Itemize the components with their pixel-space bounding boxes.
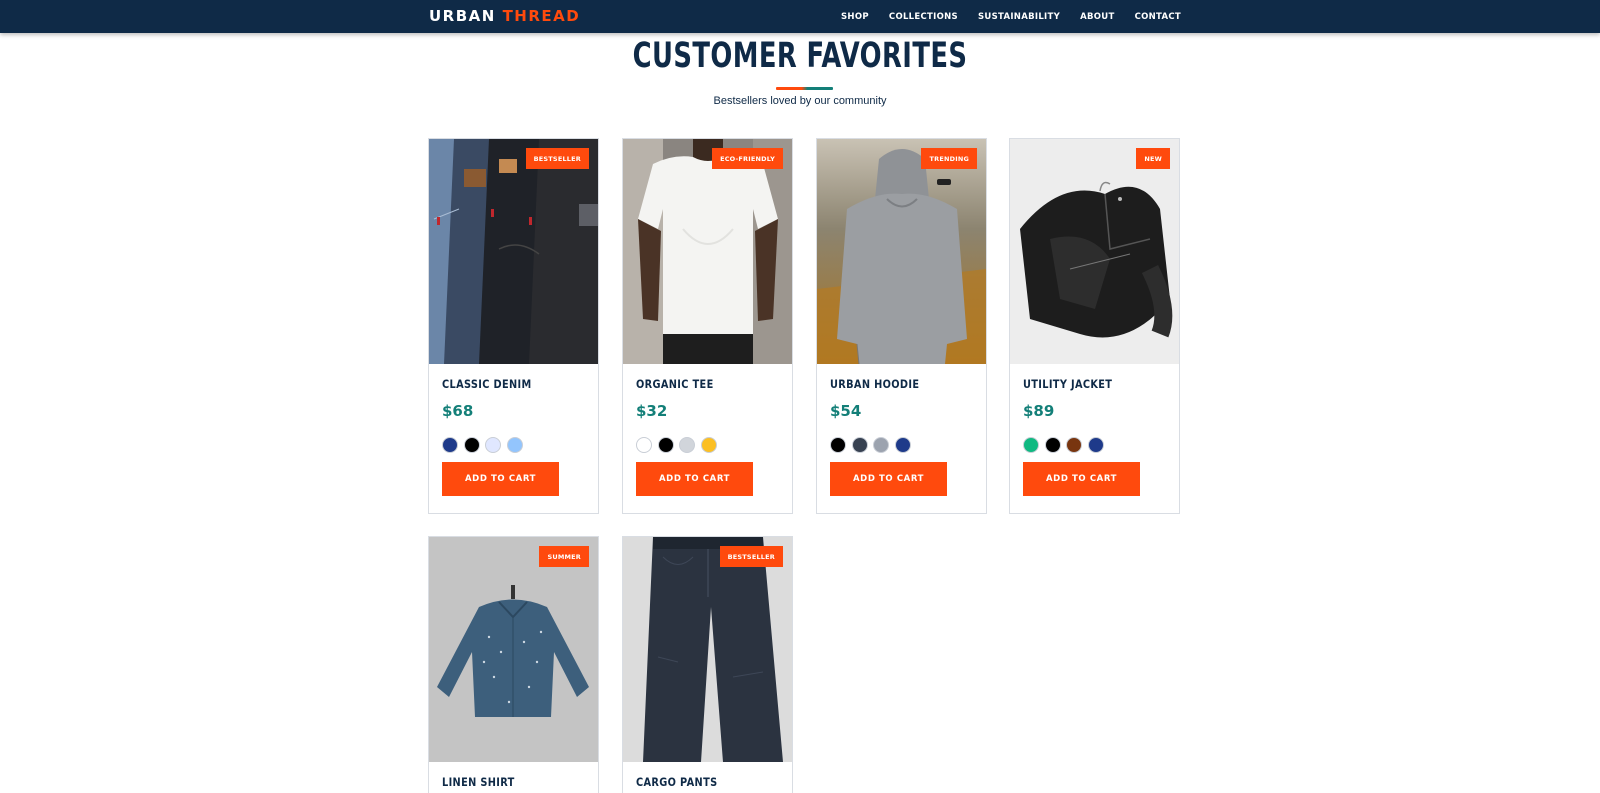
color-swatches (1023, 437, 1104, 453)
product-name[interactable]: LINEN SHIRT (442, 775, 515, 789)
grey-hoodie-photo[interactable]: TRENDING (817, 139, 986, 364)
brand-name-first: URBAN (429, 7, 496, 25)
denim-shirt-photo[interactable]: SUMMER (429, 537, 598, 762)
product-badge: BESTSELLER (719, 546, 783, 567)
product-badge: NEW (1136, 148, 1170, 169)
section-title: CUSTOMER FAVORITES (632, 36, 968, 76)
product-price: $68 (442, 402, 474, 420)
product-badge: ECO-FRIENDLY (712, 148, 783, 169)
nav-about[interactable]: ABOUT (1080, 12, 1114, 22)
white-tshirt-photo[interactable]: ECO-FRIENDLY (623, 139, 792, 364)
color-swatch-yellow[interactable] (700, 437, 717, 453)
nav-sustainability[interactable]: SUSTAINABILITY (978, 12, 1060, 22)
color-swatch-lavender[interactable] (485, 437, 501, 453)
product-name[interactable]: CLASSIC DENIM (442, 377, 532, 391)
title-divider (776, 87, 833, 90)
color-swatch-charcoal[interactable] (851, 437, 868, 453)
product-card-linen-shirt: SUMMER LINEN SHIRT (428, 536, 599, 793)
brand-logo[interactable]: URBAN THREAD (429, 7, 580, 25)
product-card-urban-hoodie: TRENDING URBAN HOODIE $54 ADD TO CART (816, 138, 987, 514)
color-swatch-grey[interactable] (873, 437, 889, 453)
color-swatch-black[interactable] (830, 437, 846, 453)
add-to-cart-button[interactable]: ADD TO CART (1023, 462, 1140, 496)
nav-contact[interactable]: CONTACT (1135, 12, 1181, 22)
product-badge: BESTSELLER (525, 148, 589, 169)
site-header: URBAN THREAD SHOP COLLECTIONS SUSTAINABI… (0, 0, 1600, 33)
denim-jeans-photo[interactable]: BESTSELLER (429, 139, 598, 364)
add-to-cart-button[interactable]: ADD TO CART (830, 462, 947, 496)
color-swatch-navy[interactable] (1087, 437, 1104, 453)
color-swatch-grey[interactable] (679, 437, 695, 453)
section-subtitle: Bestsellers loved by our community (713, 95, 887, 107)
product-price: $89 (1023, 402, 1055, 420)
color-swatch-black[interactable] (463, 437, 480, 453)
leather-jacket-photo[interactable]: NEW (1010, 139, 1179, 364)
add-to-cart-button[interactable]: ADD TO CART (636, 462, 753, 496)
color-swatch-white[interactable] (636, 437, 652, 453)
color-swatches (830, 437, 911, 453)
dark-jeans-photo[interactable]: BESTSELLER (623, 537, 792, 762)
color-swatch-black[interactable] (657, 437, 674, 453)
product-card-cargo-pants: BESTSELLER CARGO PANTS (622, 536, 793, 793)
add-to-cart-button[interactable]: ADD TO CART (442, 462, 559, 496)
nav-shop[interactable]: SHOP (841, 12, 869, 22)
product-name[interactable]: CARGO PANTS (636, 775, 717, 789)
nav-collections[interactable]: COLLECTIONS (889, 12, 958, 22)
color-swatch-navy[interactable] (442, 437, 458, 453)
color-swatch-light-blue[interactable] (506, 437, 523, 453)
product-name[interactable]: UTILITY JACKET (1023, 377, 1112, 391)
product-price: $32 (636, 402, 668, 420)
color-swatch-navy[interactable] (894, 437, 911, 453)
product-card-organic-tee: ECO-FRIENDLY ORGANIC TEE $32 ADD TO CART (622, 138, 793, 514)
main-nav: SHOP COLLECTIONS SUSTAINABILITY ABOUT CO… (841, 0, 1181, 33)
product-badge: TRENDING (921, 148, 977, 169)
brand-name-second: THREAD (502, 7, 581, 25)
product-name[interactable]: URBAN HOODIE (830, 377, 919, 391)
product-badge: SUMMER (539, 546, 589, 567)
color-swatches (636, 437, 717, 453)
product-price: $54 (830, 402, 862, 420)
product-card-utility-jacket: NEW UTILITY JACKET $89 ADD TO CART (1009, 138, 1180, 514)
color-swatch-green[interactable] (1023, 437, 1039, 453)
color-swatch-black[interactable] (1044, 437, 1061, 453)
color-swatches (442, 437, 523, 453)
product-name[interactable]: ORGANIC TEE (636, 377, 714, 391)
product-card-classic-denim: BESTSELLER CLASSIC DENIM $68 ADD TO CART (428, 138, 599, 514)
color-swatch-brown[interactable] (1066, 437, 1082, 453)
